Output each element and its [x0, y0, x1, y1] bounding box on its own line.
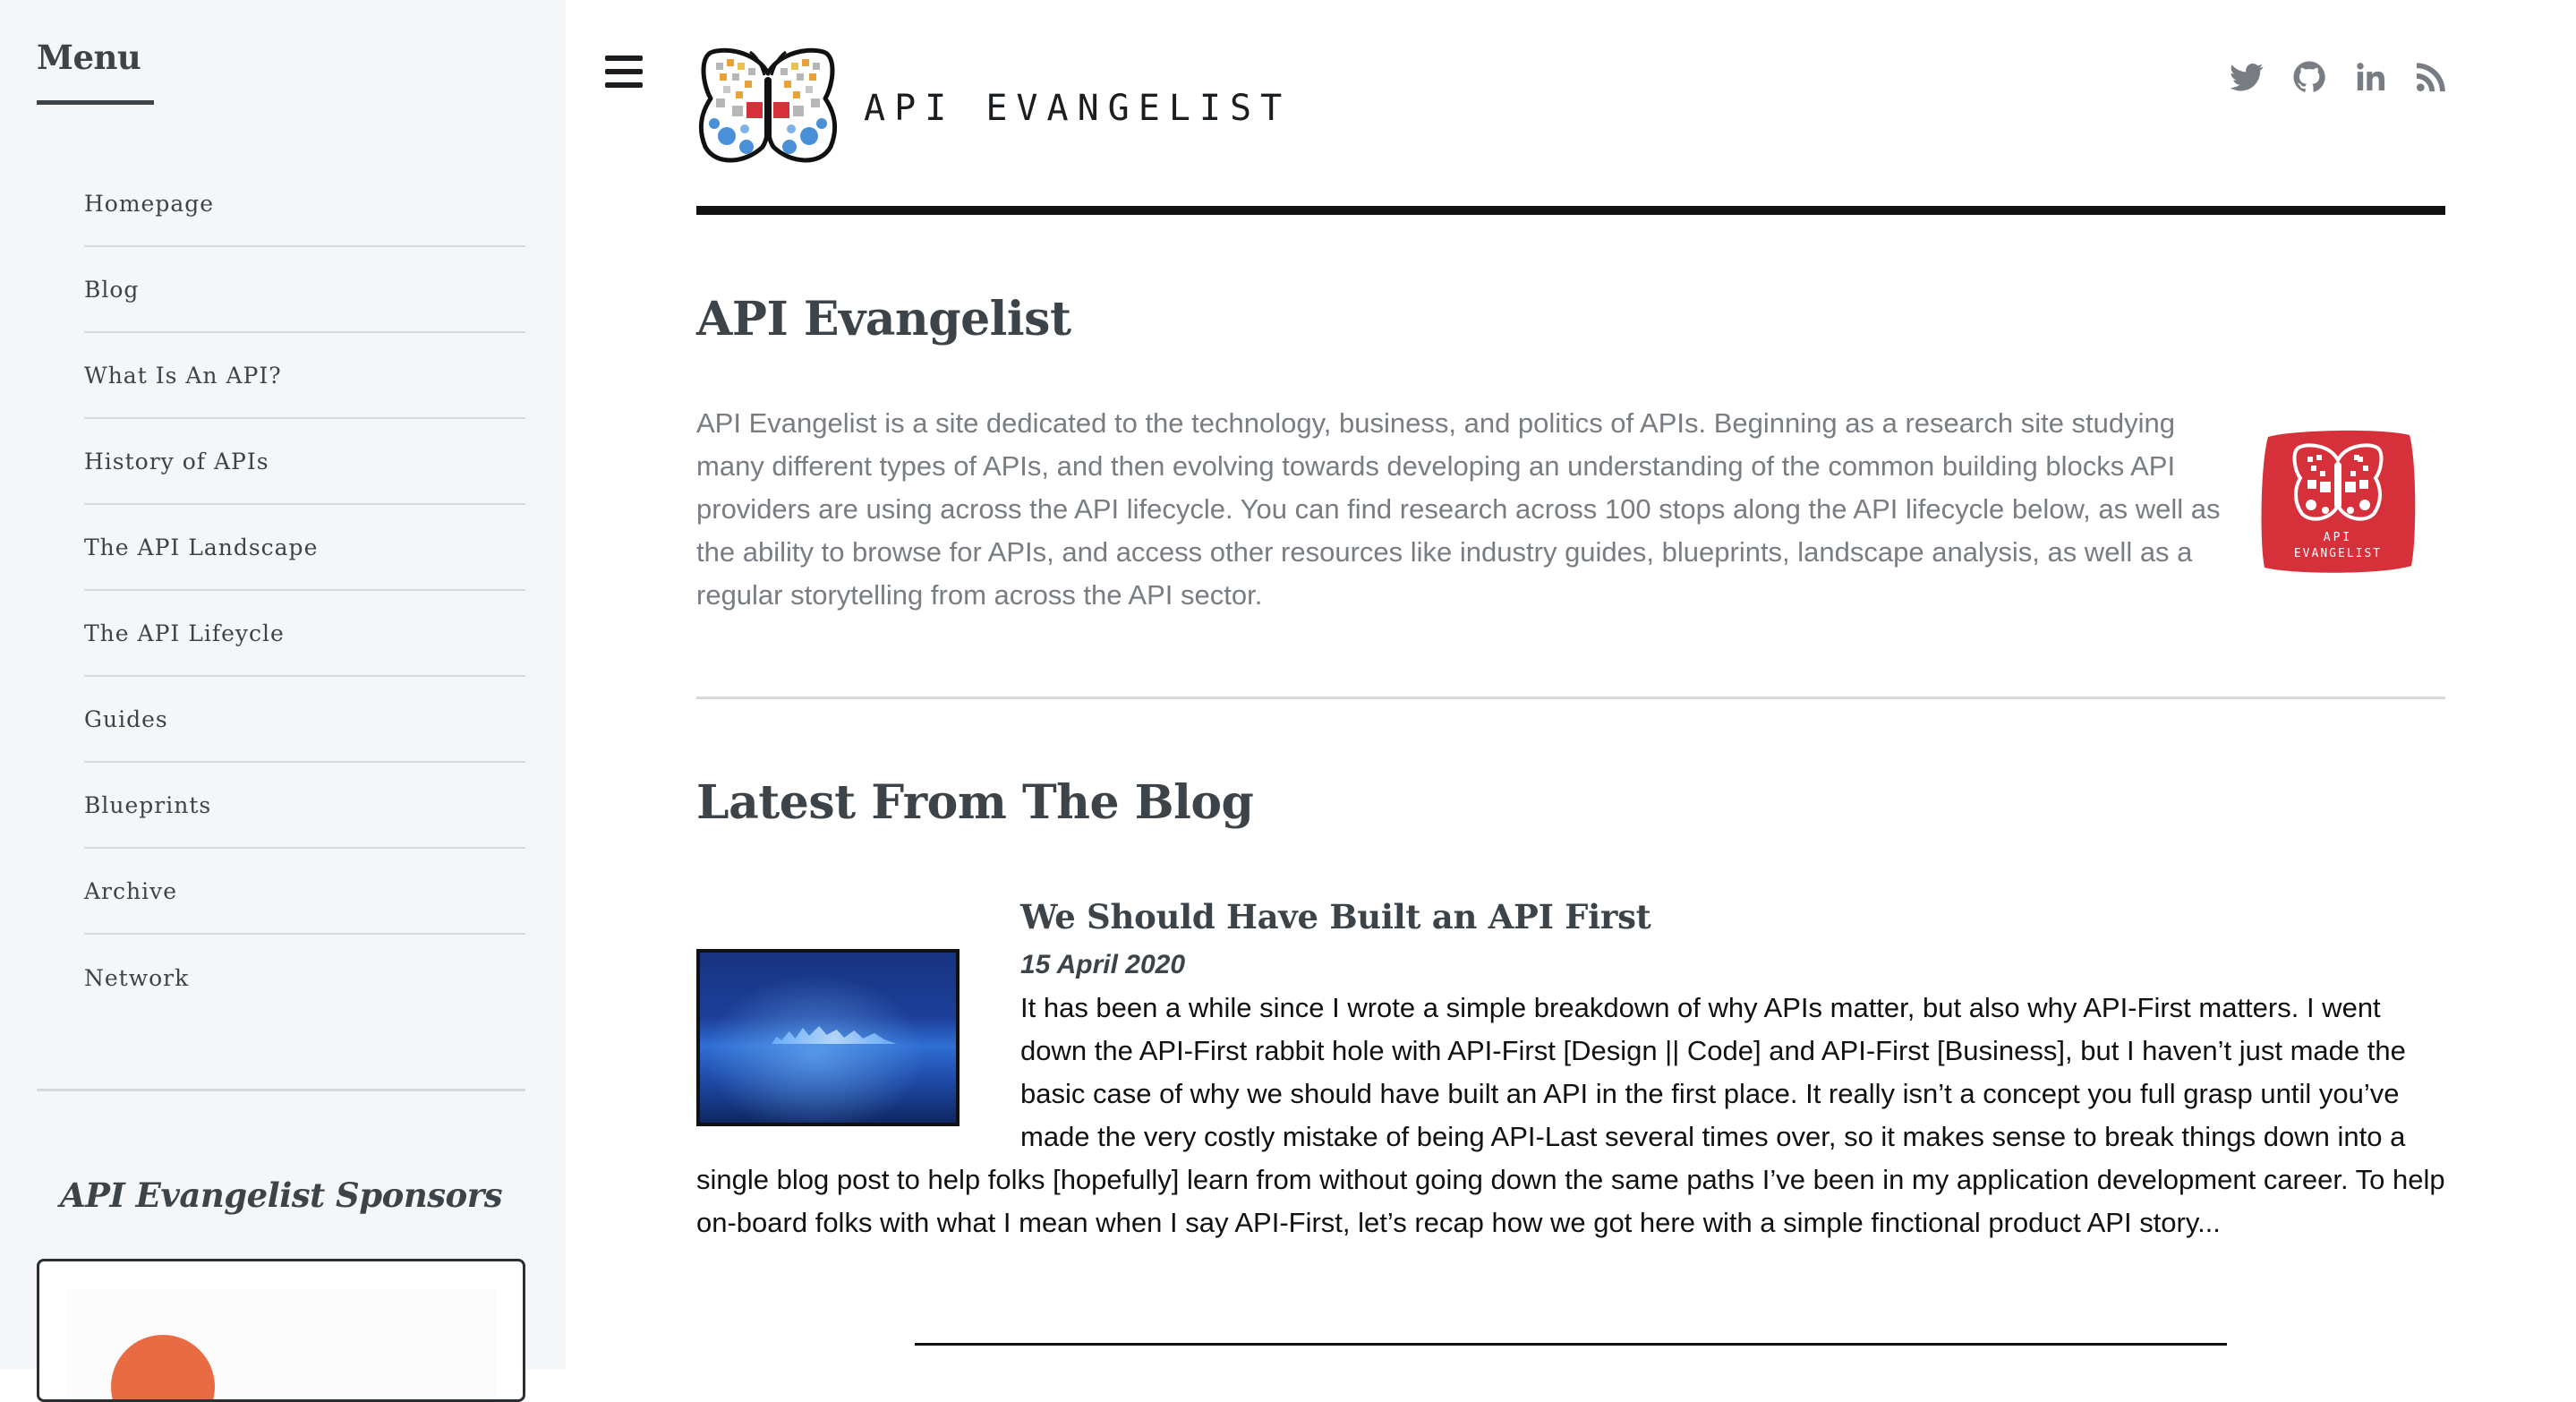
github-icon[interactable]	[2291, 59, 2327, 95]
linkedin-icon[interactable]	[2352, 59, 2388, 95]
blog-post-title-link[interactable]: We Should Have Built an API First	[1020, 897, 1651, 936]
sidebar-divider	[37, 1089, 525, 1091]
intro-paragraph: API Evangelist is a site dedicated to th…	[696, 407, 2221, 611]
rss-icon[interactable]	[2413, 59, 2449, 95]
sidebar-item-blog: Blog	[84, 247, 525, 333]
sponsors-heading: API Evangelist Sponsors	[59, 1175, 503, 1215]
svg-text:EVANGELIST: EVANGELIST	[2294, 547, 2382, 560]
sidebar: Menu Homepage Blog What Is An API? Histo…	[0, 0, 566, 1402]
latest-blog-heading: Latest From The Blog	[696, 775, 1254, 830]
sidebar-item-network: Network	[84, 935, 525, 1021]
sponsor-card[interactable]	[37, 1259, 525, 1402]
blog-post-thumbnail[interactable]	[696, 949, 960, 1126]
header-rule	[696, 206, 2445, 215]
butterfly-logo-icon[interactable]	[696, 47, 840, 168]
sidebar-item-what-is-an-api: What Is An API?	[84, 333, 525, 419]
sidebar-item-api-landscape: The API Landscape	[84, 505, 525, 591]
sponsor-card-inner	[66, 1288, 496, 1399]
sidebar-link-archive[interactable]: Archive	[84, 878, 177, 904]
sidebar-item-guides: Guides	[84, 677, 525, 763]
sidebar-item-history-of-apis: History of APIs	[84, 419, 525, 505]
sidebar-item-archive: Archive	[84, 849, 525, 935]
sponsor-logo[interactable]	[111, 1335, 215, 1399]
sidebar-item-blueprints: Blueprints	[84, 763, 525, 849]
hamburger-menu-icon[interactable]	[605, 56, 643, 88]
sidebar-nav: Homepage Blog What Is An API? History of…	[84, 161, 525, 1021]
sidebar-link-blog[interactable]: Blog	[84, 277, 139, 303]
sidebar-link-api-landscape[interactable]: The API Landscape	[84, 534, 318, 560]
site-brand-name[interactable]: API EVANGELIST	[864, 88, 1291, 129]
sidebar-link-guides[interactable]: Guides	[84, 706, 168, 732]
sidebar-link-blueprints[interactable]: Blueprints	[84, 792, 211, 818]
sidebar-link-api-lifecycle[interactable]: The API Lifeycle	[84, 620, 285, 646]
page-title: API Evangelist	[696, 292, 1071, 346]
twitter-icon[interactable]	[2229, 59, 2265, 95]
blog-post: We Should Have Built an API First 15 Apr…	[696, 888, 2445, 1244]
sidebar-link-what-is-an-api[interactable]: What Is An API?	[84, 363, 282, 389]
api-evangelist-badge-icon: API EVANGELIST	[2261, 430, 2416, 573]
city-skyline-image	[772, 1026, 897, 1044]
sidebar-menu-underline	[37, 100, 154, 105]
sidebar-item-api-lifecycle: The API Lifeycle	[84, 591, 525, 677]
sidebar-link-homepage[interactable]: Homepage	[84, 191, 214, 217]
sidebar-link-network[interactable]: Network	[84, 965, 189, 991]
sidebar-menu-title: Menu	[37, 38, 141, 77]
content-divider	[696, 697, 2445, 699]
svg-text:API: API	[2324, 531, 2352, 544]
sidebar-link-history-of-apis[interactable]: History of APIs	[84, 449, 269, 474]
blog-post-title: We Should Have Built an API First	[696, 888, 2445, 944]
sidebar-item-homepage: Homepage	[84, 161, 525, 247]
post-divider	[915, 1343, 2227, 1346]
